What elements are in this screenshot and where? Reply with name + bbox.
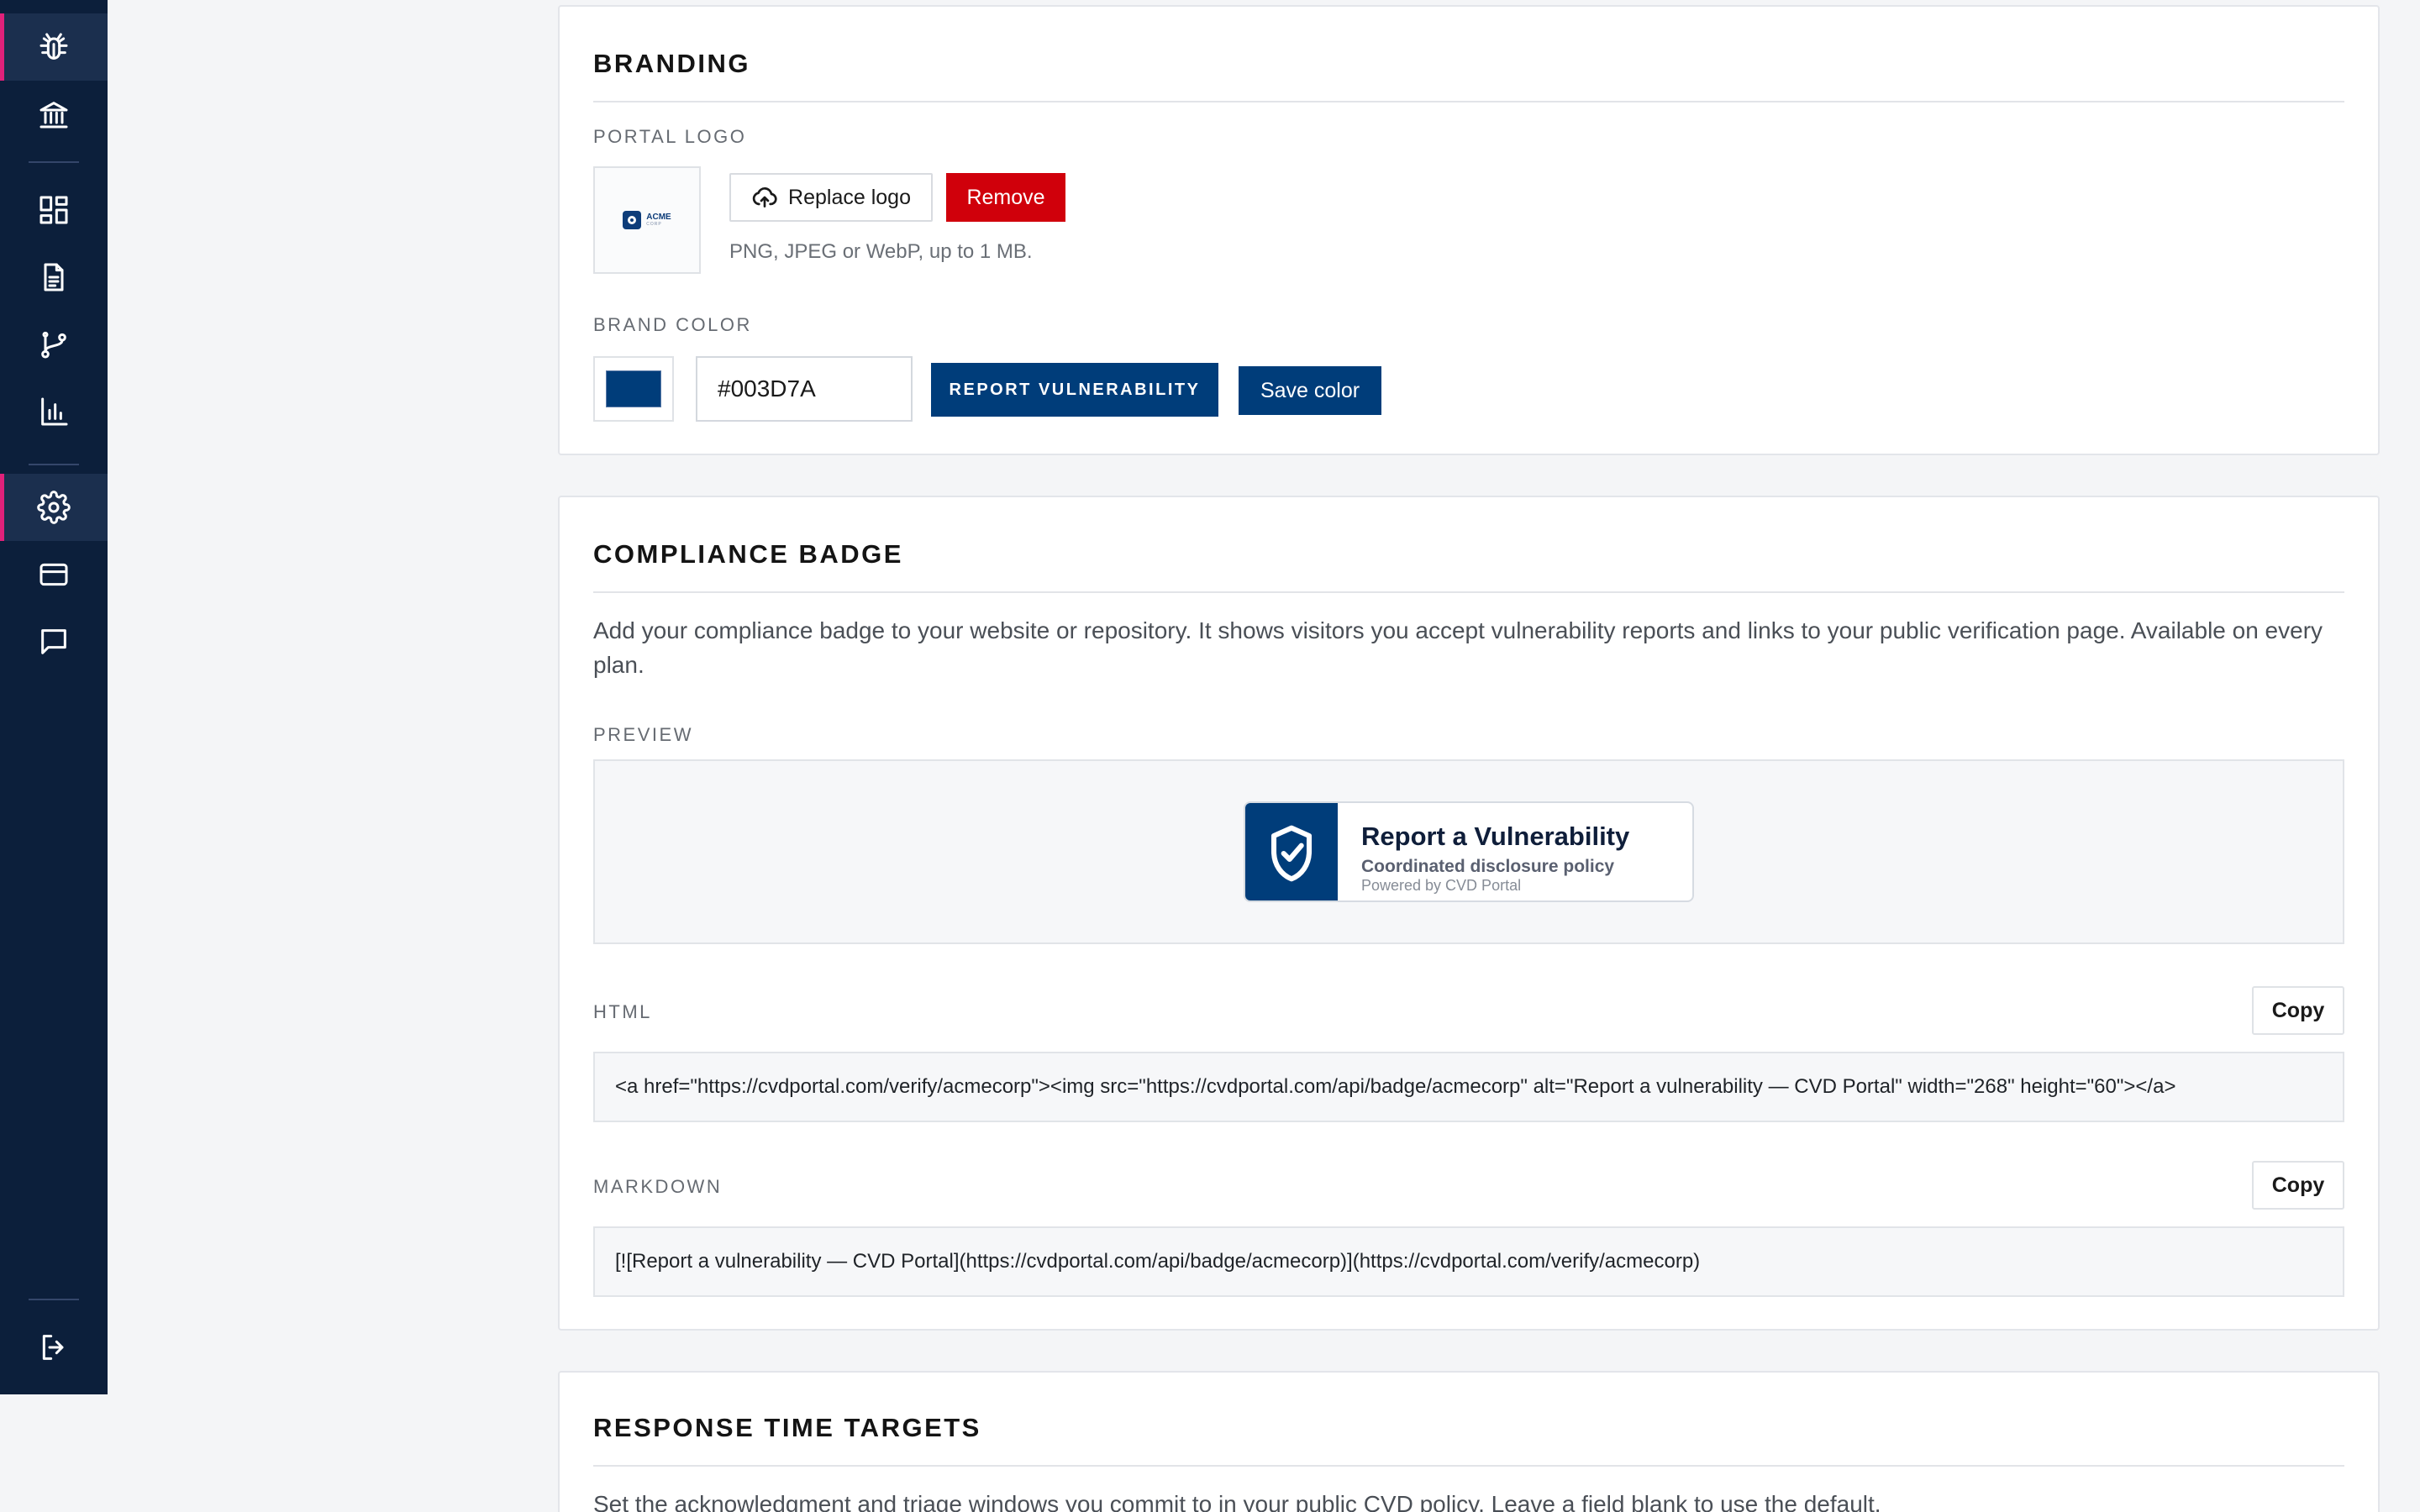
sidebar-item-reports[interactable]: [0, 244, 108, 311]
remove-logo-button[interactable]: Remove: [946, 173, 1065, 222]
save-color-button[interactable]: Save color: [1239, 366, 1381, 415]
html-code-snippet[interactable]: <a href="https://cvdportal.com/verify/ac…: [593, 1052, 2344, 1122]
chat-icon: [41, 629, 66, 654]
sidebar-item-integrations[interactable]: [0, 311, 108, 378]
acme-logo-text: ACME: [646, 213, 671, 222]
html-label: HTML: [593, 1001, 652, 1022]
sidebar-item-organization[interactable]: [0, 81, 108, 148]
sidebar-item-logout[interactable]: [0, 1314, 108, 1381]
copy-markdown-button[interactable]: Copy: [2252, 1161, 2344, 1210]
markdown-label: MARKDOWN: [593, 1176, 723, 1197]
portal-logo-label: PORTAL LOGO: [593, 126, 747, 147]
bar-chart-icon: [41, 397, 68, 426]
sidebar-item-vulnerabilities[interactable]: [0, 13, 108, 81]
bug-icon: [39, 33, 68, 60]
badge-title: Report a Vulnerability: [1361, 822, 1630, 851]
sidebar-divider: [29, 464, 79, 465]
replace-logo-label: Replace logo: [788, 185, 911, 209]
badge-subtitle: Coordinated disclosure policy: [1361, 857, 1615, 876]
logo-format-hint: PNG, JPEG or WebP, up to 1 MB.: [729, 240, 1033, 263]
git-branch-icon: [41, 331, 66, 359]
replace-logo-button[interactable]: Replace logo: [729, 173, 933, 222]
sidebar-item-messages[interactable]: [0, 608, 108, 675]
compliance-badge[interactable]: Report a Vulnerability Coordinated discl…: [1244, 801, 1694, 902]
acme-logo: ACME CORP: [623, 211, 671, 229]
card-divider: [593, 101, 2344, 102]
compliance-badge-card: COMPLIANCE BADGE Add your compliance bad…: [558, 496, 2380, 1331]
sidebar-item-analytics[interactable]: [0, 378, 108, 445]
compliance-description: Add your compliance badge to your websit…: [593, 617, 2323, 678]
acme-logo-mark: [623, 211, 642, 229]
response-time-card: RESPONSE TIME TARGETS Set the acknowledg…: [558, 1371, 2380, 1512]
sidebar-divider: [29, 1299, 79, 1300]
badge-shield: [1245, 803, 1338, 900]
compliance-title: COMPLIANCE BADGE: [593, 539, 903, 569]
gear-icon: [37, 491, 71, 524]
sidebar-item-dashboard[interactable]: [0, 176, 108, 244]
cloud-upload-icon: [752, 187, 777, 207]
card-divider: [593, 1465, 2344, 1467]
markdown-code-snippet[interactable]: [![Report a vulnerability — CVD Portal](…: [593, 1226, 2344, 1297]
response-title: RESPONSE TIME TARGETS: [593, 1413, 981, 1442]
credit-card-icon: [39, 563, 68, 586]
bank-icon: [39, 102, 68, 129]
brand-color-label: BRAND COLOR: [593, 314, 752, 335]
response-description: Set the acknowledgment and triage window…: [593, 1491, 1881, 1512]
badge-preview: Report a Vulnerability Coordinated discl…: [593, 759, 2344, 944]
preview-label: PREVIEW: [593, 724, 693, 745]
dashboard-icon: [39, 196, 68, 224]
acme-logo-subtext: CORP: [646, 222, 662, 227]
branding-title: BRANDING: [593, 49, 751, 78]
report-vulnerability-preview-button[interactable]: REPORT VULNERABILITY: [931, 363, 1218, 417]
badge-powered-by: Powered by CVD Portal: [1361, 877, 1522, 894]
portal-logo-preview: ACME CORP: [593, 166, 701, 274]
shield-check-icon: [1270, 825, 1313, 882]
sidebar: [0, 0, 108, 1394]
card-divider: [593, 591, 2344, 593]
logout-icon: [42, 1335, 64, 1360]
sidebar-item-settings[interactable]: [0, 474, 108, 541]
brand-color-input[interactable]: [696, 356, 913, 422]
branding-card: BRANDING PORTAL LOGO ACME CORP Replace l…: [558, 5, 2380, 455]
sidebar-item-billing[interactable]: [0, 541, 108, 608]
copy-html-button[interactable]: Copy: [2252, 986, 2344, 1035]
document-icon: [44, 263, 64, 291]
color-swatch: [606, 370, 661, 407]
color-picker[interactable]: [593, 356, 674, 422]
sidebar-divider: [29, 161, 79, 163]
